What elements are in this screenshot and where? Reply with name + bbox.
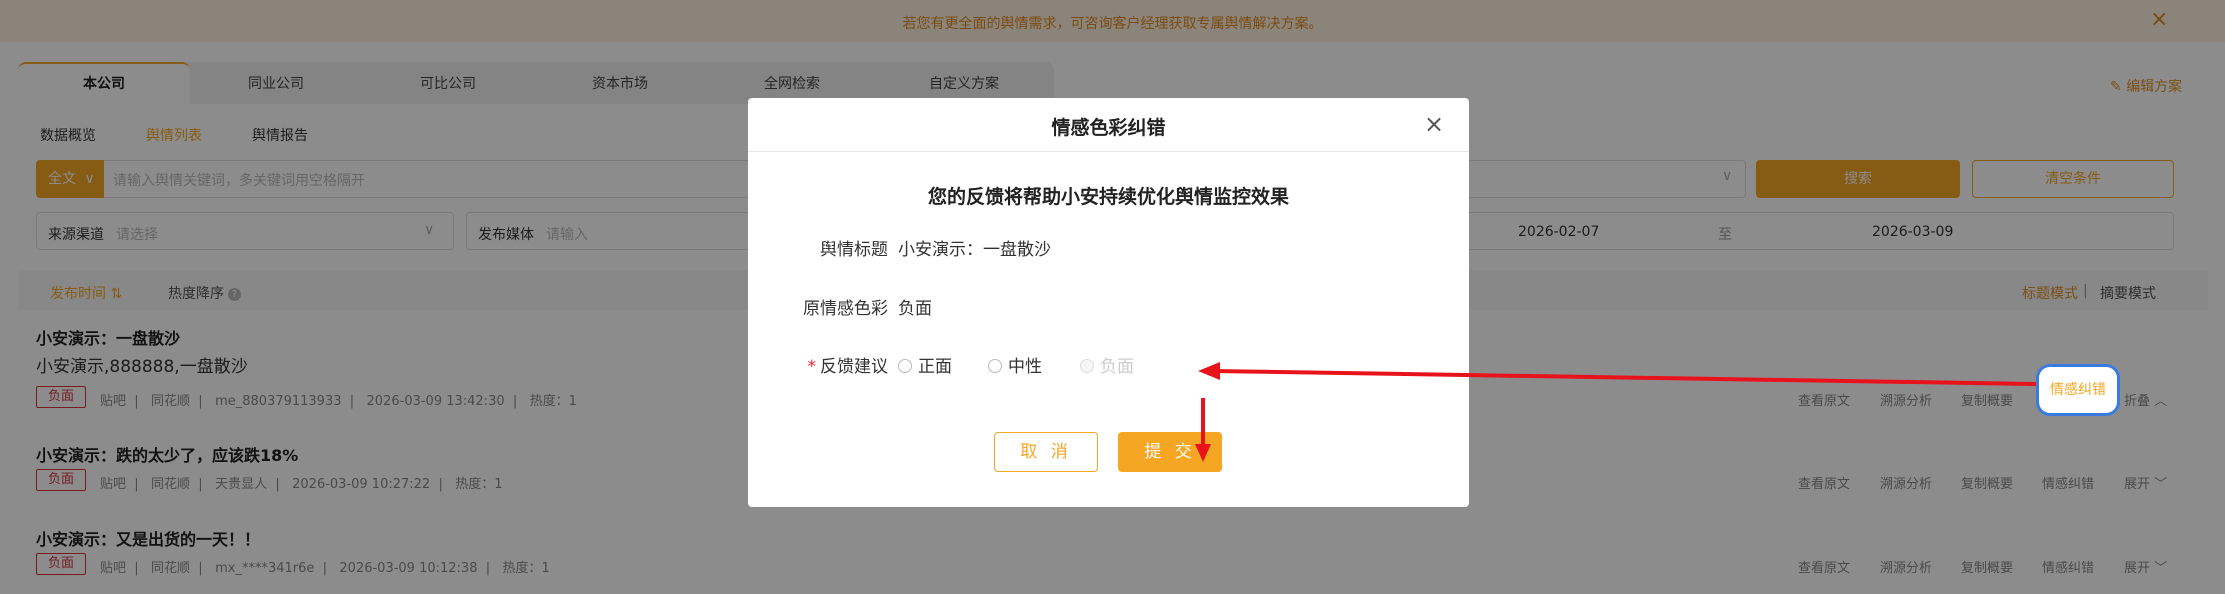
- arrow-head-down: [1195, 444, 1211, 462]
- arrow-head-left: [1198, 362, 1220, 380]
- annotation-arrows: [1195, 362, 2037, 462]
- arrow-line-horizontal: [1211, 369, 2037, 386]
